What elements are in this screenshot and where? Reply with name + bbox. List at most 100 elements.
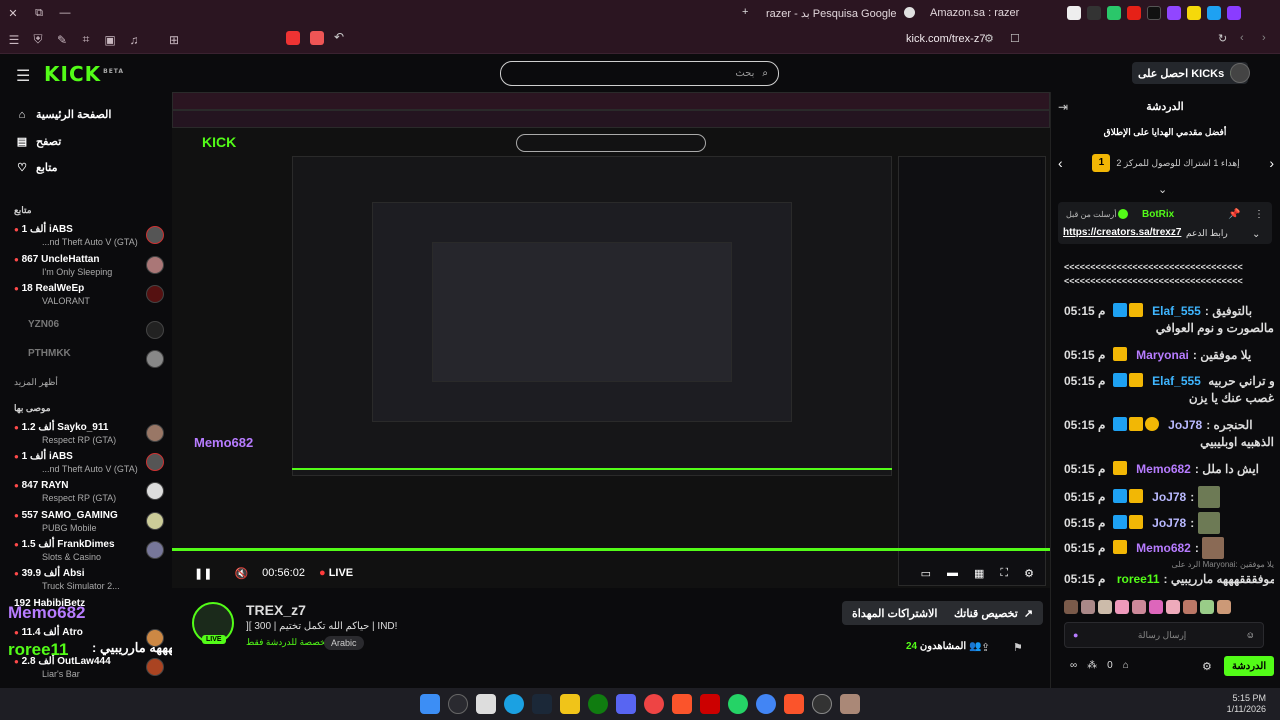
message-username[interactable]: Elaf_555 xyxy=(1152,304,1201,318)
follow-icon[interactable]: ⚑ xyxy=(1013,641,1023,654)
message-username[interactable]: JoJ78 xyxy=(1152,490,1186,504)
video-player[interactable]: KICK xyxy=(172,92,1050,588)
brave-rewards-icon[interactable] xyxy=(310,31,324,45)
microphone-icon[interactable]: ● xyxy=(1073,630,1078,640)
channel-item[interactable]: ● 1 ألف iABS ...nd Theft Auto V (GTA) xyxy=(14,451,164,479)
stream-category[interactable]: مخصصة للدردشة فقط xyxy=(246,637,331,648)
message-username[interactable]: Elaf_555 xyxy=(1152,374,1201,388)
file-explorer-icon[interactable] xyxy=(560,694,580,714)
edge-icon[interactable] xyxy=(504,694,524,714)
store-icon[interactable]: ⌂ xyxy=(1123,660,1129,671)
minimize-window-icon[interactable]: — xyxy=(52,7,78,19)
mute-icon[interactable]: 🔇 xyxy=(234,567,248,580)
settings-icon[interactable]: ⚙ xyxy=(1024,567,1034,580)
hamburger-menu-icon[interactable]: ☰ xyxy=(16,66,30,86)
emote-icon[interactable] xyxy=(1064,600,1078,614)
channel-item[interactable]: ● 847 RAYN Respect RP (GTA) xyxy=(14,480,164,508)
chat-message[interactable]: 05:15 م Elaf_555 و تراني حربيه xyxy=(1064,373,1274,388)
pip-icon[interactable]: ▭ xyxy=(921,567,931,580)
ext-icon[interactable] xyxy=(1087,6,1101,20)
extensions-icon[interactable]: ✎ xyxy=(52,33,72,47)
channel-item[interactable]: ● 867 UncleHattan I'm Only Sleeping xyxy=(14,254,164,282)
message-username[interactable]: Memo682 xyxy=(1136,462,1191,476)
chat-message[interactable]: 05:15 م JoJ78: xyxy=(1064,512,1274,534)
channel-item[interactable]: ● 18 RealWeEp VALORANT xyxy=(14,283,164,311)
undo-icon[interactable]: ↶ xyxy=(334,30,344,44)
emote-icon[interactable] xyxy=(1132,600,1146,614)
chevron-right-icon[interactable]: › xyxy=(1269,155,1274,171)
chevron-left-icon[interactable]: ‹ xyxy=(1058,155,1063,171)
ext-icon[interactable] xyxy=(1207,6,1221,20)
emoji-icon[interactable]: ☺ xyxy=(1246,630,1255,640)
restore-window-icon[interactable]: ⧉ xyxy=(26,7,52,20)
sidebar-item-following[interactable]: ♡ متابع xyxy=(16,161,57,174)
site-settings-icon[interactable]: ⚙ xyxy=(984,32,994,45)
share-icon[interactable]: ⇪ xyxy=(981,641,990,654)
show-more-link[interactable]: أظهر المزيد xyxy=(14,377,58,388)
chat-input[interactable]: ● إرسال رسالة ☺ xyxy=(1064,622,1264,648)
ext-icon[interactable] xyxy=(1227,6,1241,20)
sidebar-item-browse[interactable]: ▤ تصفح xyxy=(16,135,61,148)
chat-message[interactable]: 05:15 م Memo682: ايش دا ملل xyxy=(1064,461,1274,476)
emote-icon[interactable] xyxy=(1217,600,1231,614)
bookmark-icon[interactable]: ☐ xyxy=(1010,32,1020,45)
task-view-icon[interactable] xyxy=(476,694,496,714)
channel-item[interactable]: ● 1 ألف iABS ...nd Theft Auto V (GTA) xyxy=(14,224,164,252)
channel-item[interactable]: PTHMKK xyxy=(14,348,164,376)
tab-amazon[interactable]: Amazon.sa : razer xyxy=(930,7,1019,19)
customize-channel-button[interactable]: تخصيص قناتك ↗ xyxy=(944,601,1044,625)
shield-icon[interactable]: ⛨ xyxy=(28,32,48,47)
app-icon[interactable] xyxy=(840,694,860,714)
channel-item[interactable]: ● 1.2 ألف Sayko_911 Respect RP (GTA) xyxy=(14,422,164,450)
xbox-icon[interactable] xyxy=(588,694,608,714)
message-username[interactable]: JoJ78 xyxy=(1168,418,1202,432)
chat-message[interactable]: 05:15 م JoJ78: xyxy=(1064,486,1274,508)
emote-icon[interactable] xyxy=(1166,600,1180,614)
expand-pin-icon[interactable]: ⌄ xyxy=(1252,229,1260,240)
more-icon[interactable]: ⋮ xyxy=(1254,209,1264,220)
ext-icon[interactable] xyxy=(1107,6,1121,20)
channel-item[interactable]: ● 557 SAMO_GAMING PUBG Mobile xyxy=(14,510,164,538)
sidebar-icon[interactable]: ▣ xyxy=(100,33,120,47)
fullscreen-icon[interactable]: ⛶ xyxy=(1000,567,1008,580)
music-icon[interactable]: ♫ xyxy=(124,33,144,47)
menu-icon[interactable]: ☰ xyxy=(4,33,24,47)
sidebar-item-home[interactable]: ⌂ الصفحة الرئيسية xyxy=(16,108,112,122)
chrome-icon[interactable] xyxy=(756,694,776,714)
kicks-icon[interactable]: ⁂ xyxy=(1087,660,1097,671)
app-icon[interactable] xyxy=(700,694,720,714)
user-avatar[interactable] xyxy=(1230,63,1250,83)
brave-icon[interactable] xyxy=(672,694,692,714)
tab-google[interactable]: razer - بد Pesquisa Google xyxy=(766,7,897,20)
emote-icon[interactable] xyxy=(1149,600,1163,614)
channel-item[interactable]: ● 2.8 ألف OutLaw444 Liar's Bar xyxy=(14,656,164,684)
chat-message[interactable]: 05:15 م JoJ78: الحنجره xyxy=(1064,417,1274,432)
tiktok-icon[interactable] xyxy=(1147,6,1161,20)
chevron-down-icon[interactable]: ⌄ xyxy=(1158,183,1167,196)
kick-logo[interactable]: KICK BETA xyxy=(44,62,124,86)
screenshot-icon[interactable]: ⌗ xyxy=(76,32,96,47)
emote-icon[interactable] xyxy=(1115,600,1129,614)
clip-icon[interactable]: ▦ xyxy=(974,567,984,580)
emote-icon[interactable] xyxy=(1200,600,1214,614)
tabs-icon[interactable]: ⊞ xyxy=(164,33,184,47)
message-username[interactable]: JoJ78 xyxy=(1152,516,1186,530)
chat-message[interactable]: 05:15 م Memo682: xyxy=(1064,537,1274,559)
channel-item[interactable]: ● 1.5 ألف FrankDimes Slots & Casino xyxy=(14,539,164,567)
channel-item[interactable]: YZN06 xyxy=(14,319,164,347)
emote-icon[interactable] xyxy=(1081,600,1095,614)
send-chat-button[interactable]: الدردشة xyxy=(1224,656,1275,676)
search-icon[interactable] xyxy=(448,694,468,714)
pinned-username[interactable]: BotRix xyxy=(1142,209,1174,220)
windows-start-icon[interactable] xyxy=(420,694,440,714)
whatsapp-icon[interactable] xyxy=(728,694,748,714)
language-tag[interactable]: Arabic xyxy=(324,636,364,650)
pinned-link[interactable]: https://creators.sa/trexz7 xyxy=(1063,227,1181,238)
youtube-icon[interactable] xyxy=(1127,6,1141,20)
close-window-icon[interactable]: ✕ xyxy=(0,7,26,20)
channel-points-icon[interactable]: ∞ xyxy=(1070,660,1077,671)
amazon-ext-icon[interactable] xyxy=(1067,6,1081,20)
theater-icon[interactable]: ▬ xyxy=(947,567,958,579)
message-username[interactable]: Memo682 xyxy=(1136,541,1191,555)
chat-message[interactable]: 05:15 م roree11: موفقققهههه مارريبيي xyxy=(1064,572,1274,586)
